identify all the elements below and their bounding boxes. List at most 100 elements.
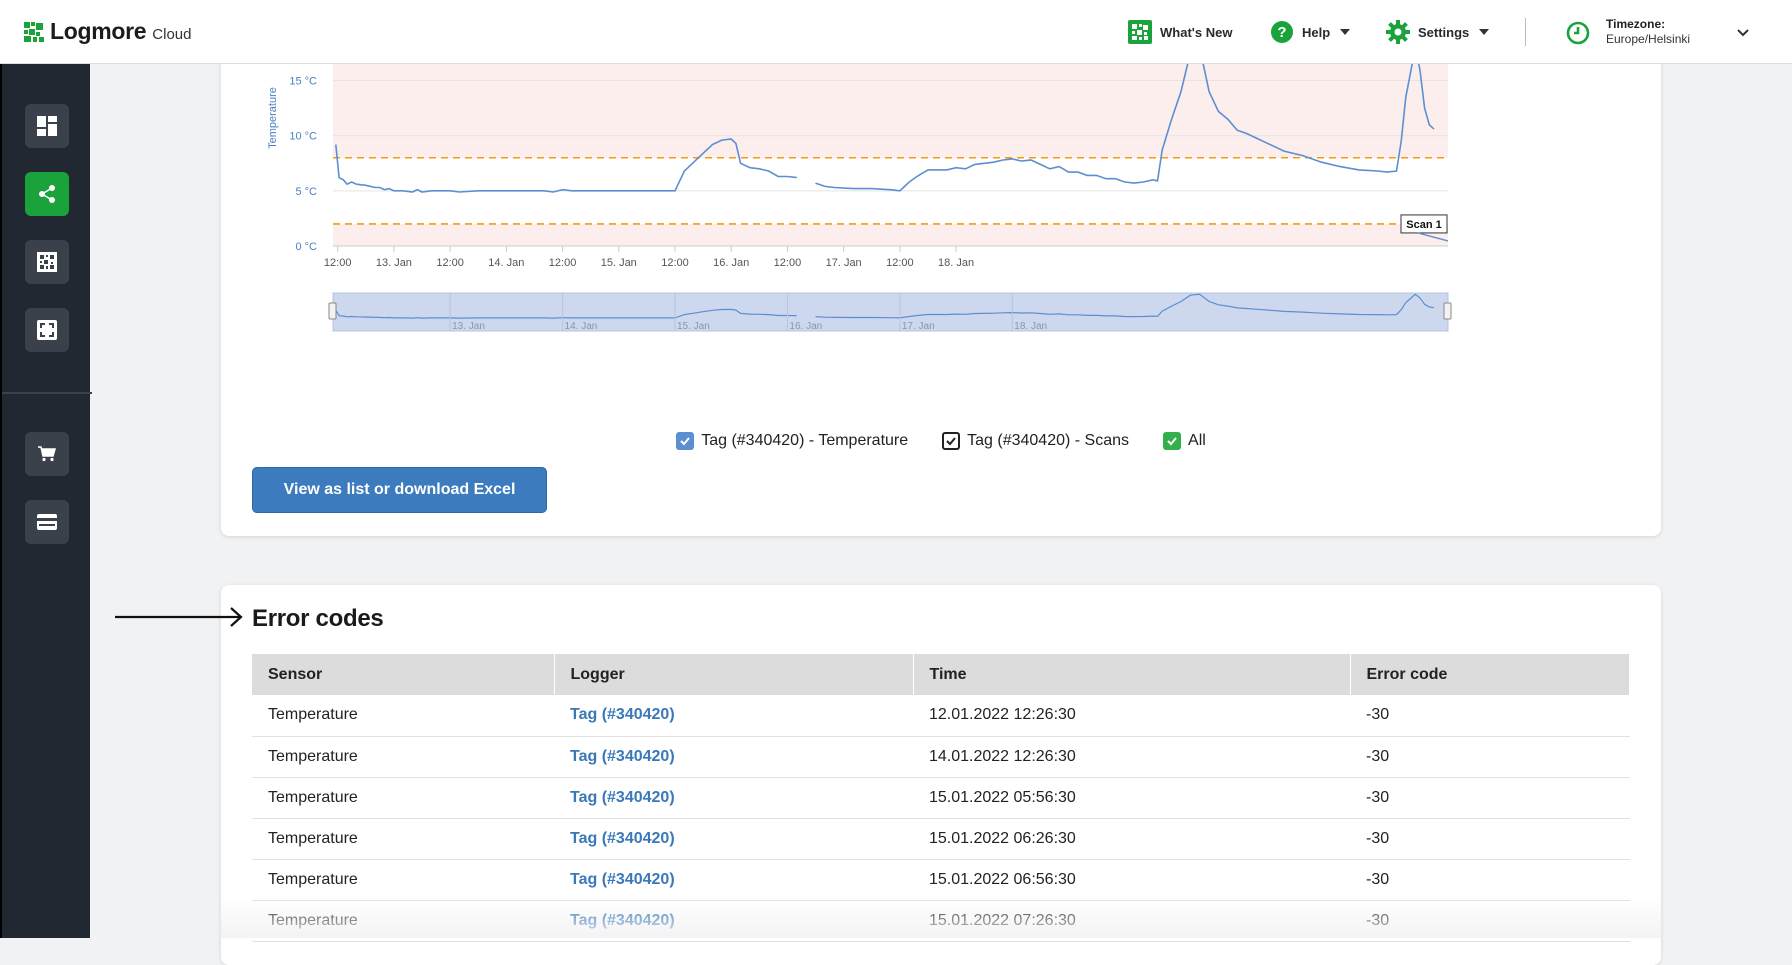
x-tick-label: 15. Jan [601, 257, 637, 269]
column-header[interactable]: Time [913, 654, 1351, 695]
logger-link[interactable]: Tag (#340420) [554, 859, 913, 901]
settings-gear-icon [1386, 20, 1410, 44]
navigator-label: 18. Jan [1014, 321, 1047, 332]
navigator-handle[interactable] [328, 302, 337, 320]
error-code-cell: -30 [1350, 859, 1630, 901]
logger-link[interactable]: Tag (#340420) [554, 736, 913, 778]
x-tick-label: 12:00 [774, 257, 802, 269]
timezone-value: Europe/Helsinki [1606, 32, 1691, 46]
sidebar-item-billing[interactable] [25, 500, 69, 544]
navigator-label: 16. Jan [789, 321, 822, 332]
caret-down-icon [1340, 29, 1351, 35]
table-row: Temperature Tag (#340420) 15.01.2022 05:56… [252, 777, 1630, 819]
navigator-handle[interactable] [1443, 302, 1452, 320]
caret-down-icon [1479, 29, 1490, 35]
settings-menu[interactable]: Settings [1386, 20, 1490, 44]
y-tick-label: 0 °C [295, 241, 317, 253]
download-excel-button[interactable]: View as list or download Excel [252, 467, 547, 513]
time-cell: 15.01.2022 06:56:30 [913, 859, 1350, 901]
error-code-cell: -30 [1350, 736, 1630, 778]
sidebar-item-shop[interactable] [25, 432, 69, 476]
time-cell: 14.01.2022 12:26:30 [913, 736, 1350, 778]
logo-text: Logmore [50, 18, 147, 44]
logmore-logo-icon [24, 21, 44, 42]
table-row: Temperature Tag (#340420) 15.01.2022 06:56… [252, 859, 1630, 901]
svg-text:?: ? [1277, 24, 1286, 41]
help-label: Help [1302, 24, 1331, 40]
sidebar [0, 64, 92, 938]
logger-link[interactable]: Tag (#340420) [554, 777, 913, 819]
checkbox-checked-icon[interactable] [1163, 432, 1182, 450]
sensor-cell: Temperature [252, 859, 554, 901]
chevron-down-icon[interactable] [1736, 26, 1750, 40]
sidebar-item-dashboard[interactable] [25, 104, 69, 148]
logo-subtext: Cloud [152, 25, 192, 43]
header-divider [1525, 18, 1526, 46]
chart-card: 0 °C 5 °C 10 °C 15 °C Temperature 12:00 13. Ja… [221, 48, 1661, 536]
sensor-cell: Temperature [252, 777, 554, 819]
whats-new-icon [1128, 20, 1152, 44]
logo[interactable]: Logmore Cloud [24, 18, 192, 45]
legend-item-all[interactable]: All [1163, 432, 1206, 450]
whats-new-link[interactable]: What's New [1128, 20, 1232, 44]
y-tick-label: 15 °C [289, 76, 317, 88]
x-tick-label: 12:00 [661, 257, 689, 269]
error-code-cell: -30 [1350, 777, 1630, 819]
table-header-row: Sensor Logger Time Error code [252, 654, 1630, 695]
checkbox-checked-icon[interactable] [676, 432, 695, 450]
x-tick-label: 12:00 [886, 257, 914, 269]
sensor-cell: Temperature [252, 695, 554, 737]
chart-legend: Tag (#340420) - Temperature Tag (#340420… [221, 432, 1661, 450]
navigator-label: 13. Jan [452, 321, 485, 332]
column-header[interactable]: Error code [1350, 654, 1630, 695]
legend-item-temperature[interactable]: Tag (#340420) - Temperature [676, 432, 908, 450]
share-icon [39, 185, 55, 203]
timezone-label: Timezone: [1606, 17, 1666, 31]
sidebar-item-scan[interactable] [25, 308, 69, 352]
time-cell: 15.01.2022 05:56:30 [913, 777, 1350, 819]
sensor-cell: Temperature [252, 818, 554, 860]
dashboard-icon [37, 116, 57, 136]
table-row: Temperature Tag (#340420) 12.01.2022 12:26… [252, 695, 1630, 737]
logger-link[interactable]: Tag (#340420) [554, 695, 913, 737]
legend-label-temperature: Tag (#340420) - Temperature [701, 432, 909, 449]
time-cell: 15.01.2022 06:26:30 [913, 818, 1350, 860]
credit-card-icon [37, 514, 57, 530]
timezone-selector[interactable]: Timezone: Europe/Helsinki [1566, 17, 1690, 46]
legend-label-scans: Tag (#340420) - Scans [967, 432, 1130, 449]
scroll-fade [221, 898, 1661, 938]
column-header[interactable]: Logger [554, 654, 914, 695]
navigator-label: 15. Jan [677, 321, 710, 332]
top-bar: Logmore Cloud What's New ? Help Settings… [0, 0, 1792, 64]
sidebar-item-qr[interactable] [25, 240, 69, 284]
help-icon: ? [1271, 21, 1293, 43]
column-header[interactable]: Sensor [252, 654, 555, 695]
clock-icon [1566, 21, 1590, 45]
sidebar-item-share[interactable] [25, 172, 69, 216]
arrow-right-icon [115, 607, 243, 627]
scan-annotation-label: Scan 1 [1406, 219, 1441, 231]
checkbox-checked-icon[interactable] [942, 432, 961, 450]
help-menu[interactable]: ? Help [1270, 20, 1351, 44]
navigator-range [332, 292, 1449, 332]
y-tick-label: 5 °C [295, 186, 317, 198]
x-tick-label: 12:00 [436, 257, 464, 269]
scan-icon [37, 320, 57, 340]
x-tick-label: 17. Jan [826, 257, 862, 269]
whats-new-label: What's New [1160, 24, 1233, 40]
navigator-label: 17. Jan [902, 321, 935, 332]
x-tick-label: 12:00 [549, 257, 577, 269]
x-tick-label: 16. Jan [713, 257, 749, 269]
legend-item-scans[interactable]: Tag (#340420) - Scans [942, 432, 1129, 450]
legend-label-all: All [1188, 432, 1206, 449]
sensor-cell: Temperature [252, 736, 554, 778]
x-tick-label: 13. Jan [376, 257, 412, 269]
section-title: Error codes [252, 605, 384, 632]
cart-icon [38, 446, 56, 462]
logger-link[interactable]: Tag (#340420) [554, 818, 913, 860]
table-row: Temperature Tag (#340420) 14.01.2022 12:26… [252, 736, 1630, 778]
temperature-chart[interactable]: 0 °C 5 °C 10 °C 15 °C Temperature 12:00 13. Ja… [221, 48, 1661, 428]
x-tick-label: 12:00 [324, 257, 352, 269]
x-tick-label: 14. Jan [488, 257, 524, 269]
y-tick-label: 10 °C [289, 131, 317, 143]
